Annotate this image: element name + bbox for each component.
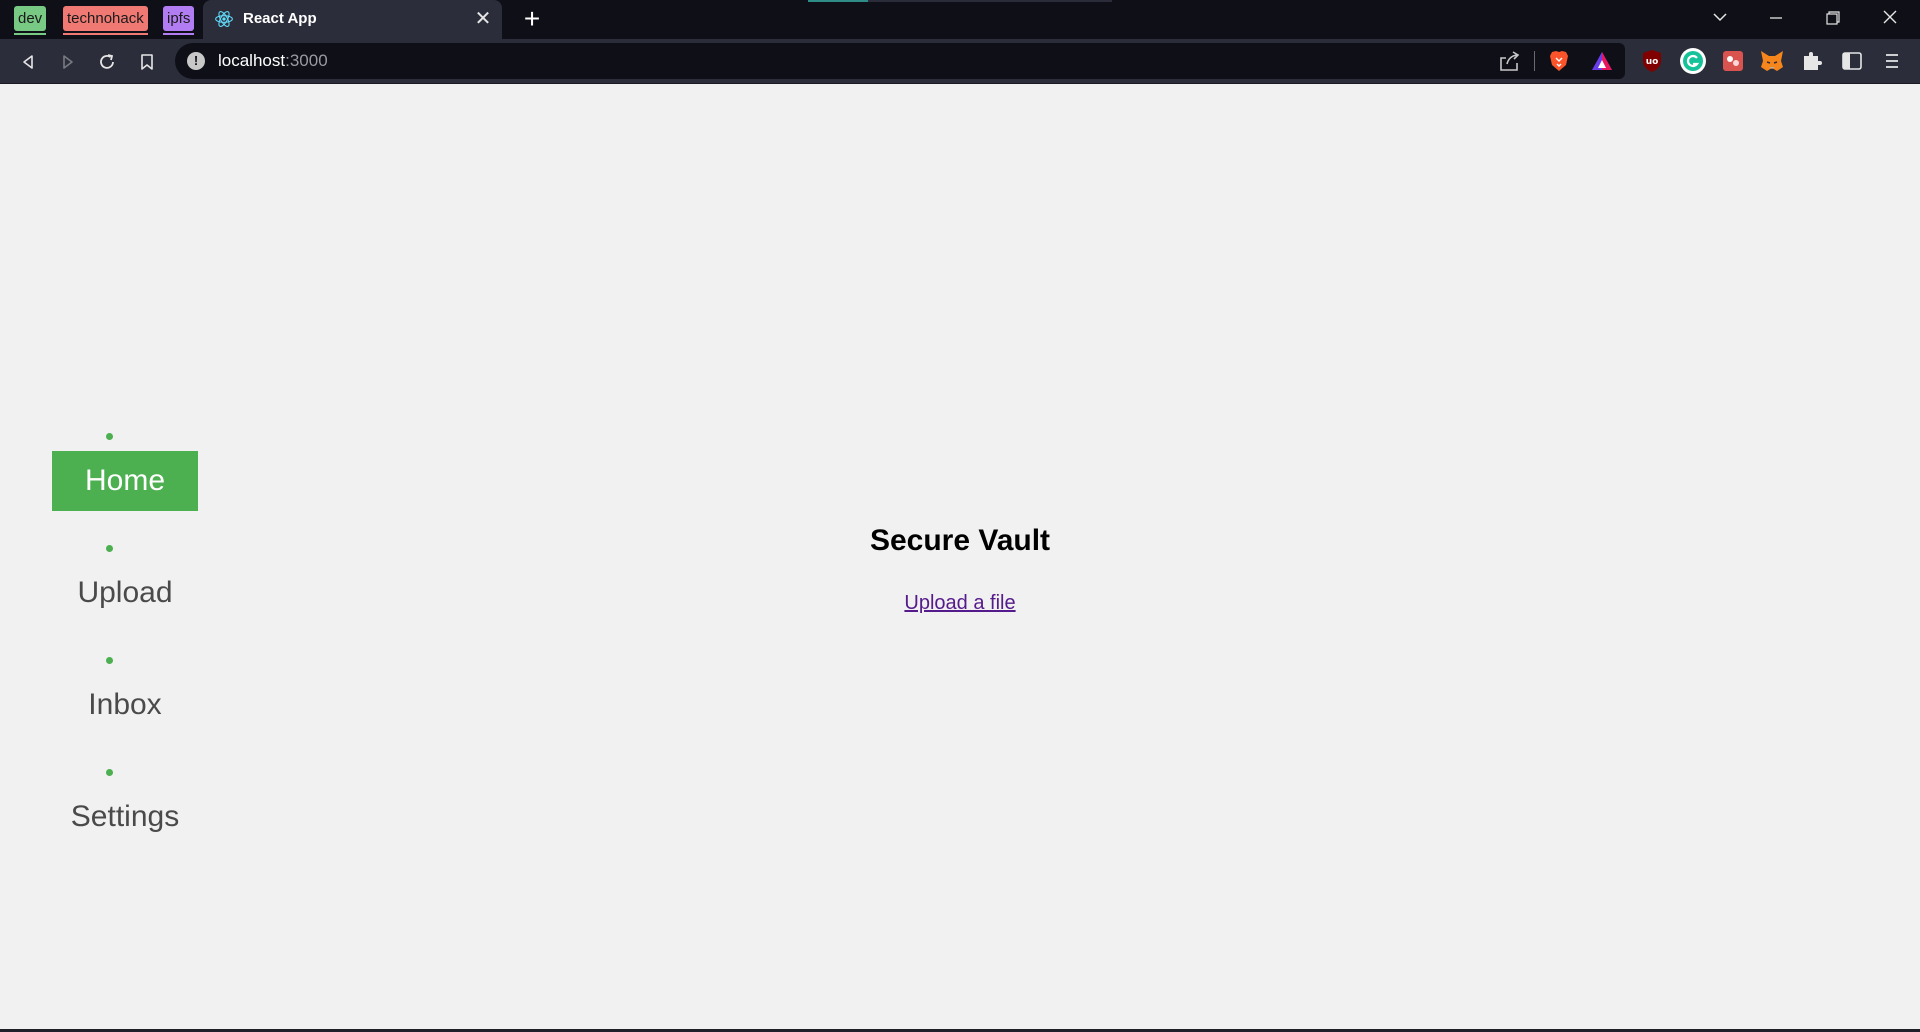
tab-group-underline	[14, 33, 47, 35]
browser-toolbar: ! localhost:3000 uo	[0, 39, 1920, 84]
menu-icon[interactable]	[1878, 47, 1906, 75]
sidebar-item-inbox: Inbox	[52, 646, 198, 758]
address-bar[interactable]: ! localhost:3000	[175, 43, 1625, 79]
tab-loading-bar-fill	[808, 0, 868, 2]
tab-group-dev[interactable]: dev	[14, 6, 47, 35]
sidebar-item-home: Home	[52, 422, 198, 534]
restore-icon[interactable]	[1813, 4, 1853, 34]
sidebar-link-inbox[interactable]: Inbox	[52, 675, 198, 735]
back-icon[interactable]	[13, 47, 43, 77]
sidebar-nav: Home Upload Inbox Settings	[52, 422, 198, 870]
sidebar-link-settings[interactable]: Settings	[52, 787, 198, 847]
list-bullet	[106, 433, 113, 440]
reload-icon[interactable]	[92, 47, 122, 77]
grammarly-icon[interactable]	[1679, 47, 1707, 75]
minimize-icon[interactable]	[1756, 4, 1796, 34]
list-bullet	[106, 545, 113, 552]
ublock-origin-icon[interactable]: uo	[1638, 47, 1666, 75]
new-tab-icon[interactable]: +	[517, 4, 547, 34]
address-text[interactable]: localhost:3000	[218, 51, 328, 71]
tab-title: React App	[243, 10, 317, 27]
address-bar-divider	[1534, 51, 1535, 71]
puzzle-extensions-icon[interactable]	[1798, 47, 1826, 75]
close-window-icon[interactable]	[1870, 4, 1910, 34]
tab-group-label: dev	[18, 10, 43, 27]
page-content: Home Upload Inbox Settings Secure Vault …	[0, 84, 1920, 1029]
sidebar-toggle-icon[interactable]	[1838, 47, 1866, 75]
tab-search-chevron-icon[interactable]	[1700, 4, 1740, 34]
url-port: :3000	[285, 51, 328, 70]
sidebar-link-upload[interactable]: Upload	[52, 563, 198, 623]
brave-shields-icon[interactable]	[1545, 47, 1573, 75]
sidebar-item-upload: Upload	[52, 534, 198, 646]
site-info-icon[interactable]: !	[187, 52, 205, 70]
bookmark-icon[interactable]	[132, 47, 162, 77]
sidebar-item-settings: Settings	[52, 758, 198, 870]
browser-tabstrip: dev technohack ipfs React App ✕ +	[0, 0, 1920, 39]
url-host: localhost	[218, 51, 286, 70]
tab-group-label: ipfs	[167, 10, 191, 27]
tab-group-underline	[163, 33, 195, 35]
red-extension-icon[interactable]	[1719, 47, 1747, 75]
list-bullet	[106, 657, 113, 664]
brave-rewards-icon[interactable]	[1588, 47, 1616, 75]
tab-group-technohack[interactable]: technohack	[63, 6, 148, 35]
close-tab-icon[interactable]: ✕	[472, 8, 494, 30]
page-title: Secure Vault	[869, 524, 1051, 557]
forward-icon[interactable]	[53, 47, 83, 77]
tab-loading-bar	[808, 0, 1112, 2]
svg-text:uo: uo	[1646, 57, 1659, 67]
share-icon[interactable]	[1497, 50, 1521, 72]
metamask-fox-icon[interactable]	[1758, 47, 1786, 75]
tab-group-label: technohack	[67, 10, 144, 27]
react-atom-icon	[215, 11, 233, 27]
sidebar-link-home[interactable]: Home	[52, 451, 198, 511]
upload-file-link[interactable]: Upload a file	[860, 592, 1060, 615]
tab-group-ipfs[interactable]: ipfs	[163, 6, 195, 35]
tab-react-app[interactable]: React App ✕	[203, 0, 502, 39]
list-bullet	[106, 769, 113, 776]
tab-group-underline	[63, 33, 148, 35]
